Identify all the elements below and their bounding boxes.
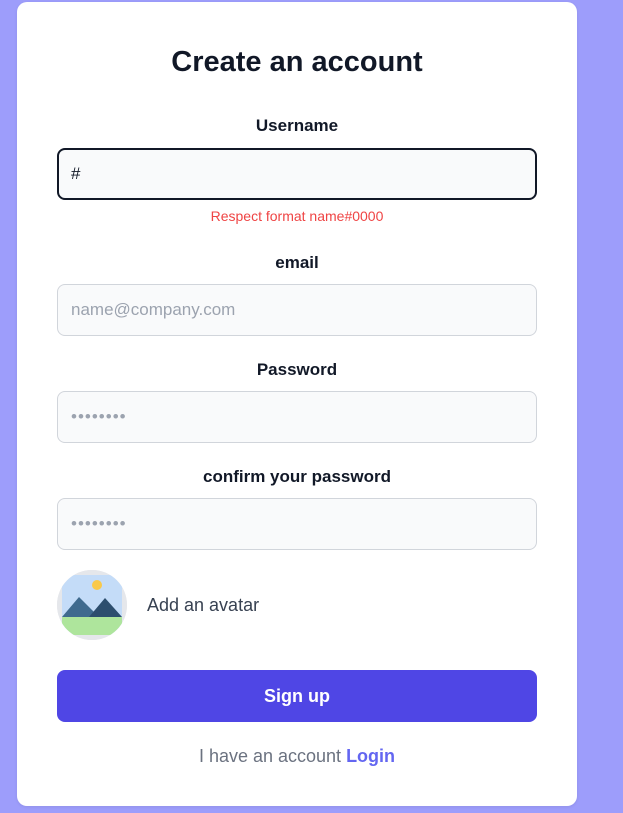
username-label: Username xyxy=(255,116,339,135)
confirm-password-label: confirm your password xyxy=(203,467,391,486)
password-label: Password xyxy=(256,360,338,379)
page-title: Create an account xyxy=(171,46,423,78)
sign-up-button[interactable]: Sign up xyxy=(57,670,537,722)
password-input[interactable] xyxy=(57,391,537,443)
signup-card: Create an account Username Respect forma… xyxy=(17,2,577,806)
email-input[interactable] xyxy=(57,284,537,336)
login-prompt: I have an account Login xyxy=(17,746,577,767)
image-icon xyxy=(57,570,127,640)
username-error-message: Respect format name#0000 xyxy=(210,208,384,224)
username-input[interactable] xyxy=(57,148,537,200)
login-prompt-text: I have an account xyxy=(198,746,347,766)
login-link[interactable]: Login xyxy=(346,746,395,766)
add-avatar-label: Add an avatar xyxy=(147,594,260,615)
add-avatar-button[interactable]: Add an avatar xyxy=(57,570,537,640)
confirm-password-input[interactable] xyxy=(57,498,537,550)
email-label: email xyxy=(275,253,319,272)
